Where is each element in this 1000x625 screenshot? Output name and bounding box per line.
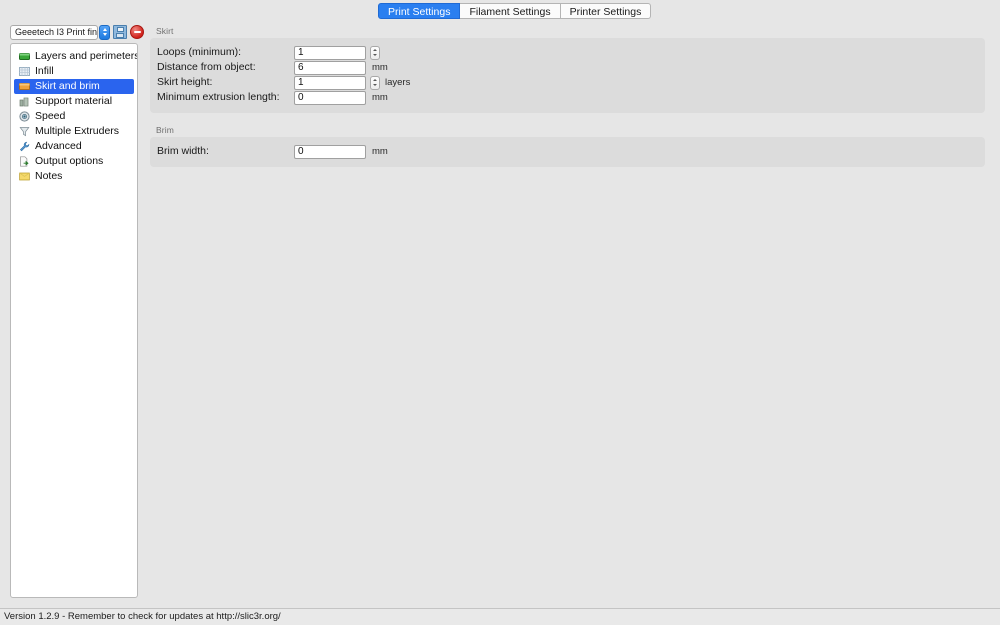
tab-print-settings[interactable]: Print Settings: [378, 3, 461, 19]
sidebar-item-advanced[interactable]: Advanced: [14, 139, 134, 154]
distance-from-object-input[interactable]: [294, 60, 366, 75]
extruders-icon: [19, 126, 30, 137]
preset-dropdown[interactable]: Geeetech I3 Print finiti...: [10, 24, 98, 40]
sidebar-item-label: Notes: [35, 170, 63, 182]
loops-minimum-input[interactable]: [294, 45, 366, 60]
tab-list: Print Settings Filament Settings Printer…: [378, 3, 652, 19]
status-bar: Version 1.2.9 - Remember to check for up…: [0, 608, 1000, 625]
sidebar-item-multiple-extruders[interactable]: Multiple Extruders: [14, 124, 134, 139]
sidebar-item-label: Output options: [35, 155, 104, 167]
tab-bar: Print Settings Filament Settings Printer…: [0, 0, 1000, 22]
unit-label: mm: [372, 92, 388, 103]
updown-chevron-icon[interactable]: [99, 24, 110, 40]
unit-label: mm: [372, 146, 388, 157]
brim-group-title: Brim: [156, 125, 174, 135]
unit-label: layers: [385, 77, 411, 88]
sidebar-item-label: Skirt and brim: [35, 80, 100, 92]
brim-width-input[interactable]: [294, 144, 366, 159]
sidebar-item-notes[interactable]: Notes: [14, 169, 134, 184]
skirt-brim-icon: [19, 81, 30, 92]
layers-icon: [19, 51, 30, 62]
sidebar-item-output-options[interactable]: Output options: [14, 154, 134, 169]
sidebar-item-infill[interactable]: Infill: [14, 64, 134, 79]
slic3r-window: Print Settings Filament Settings Printer…: [0, 0, 1000, 625]
sidebar-item-speed[interactable]: Speed: [14, 109, 134, 124]
field-label: Minimum extrusion length:: [157, 91, 280, 103]
field-label: Loops (minimum):: [157, 46, 242, 58]
skirt-group: Loops (minimum): Distance from object: m…: [150, 38, 985, 113]
preset-dropdown-value: Geeetech I3 Print finiti...: [15, 27, 97, 37]
loops-minimum-stepper[interactable]: [370, 45, 380, 60]
sidebar-item-support-material[interactable]: Support material: [14, 94, 134, 109]
skirt-group-title: Skirt: [156, 26, 174, 36]
field-row-minimum-extrusion-length: Minimum extrusion length: mm: [150, 90, 985, 105]
field-label: Distance from object:: [157, 61, 256, 73]
field-row-loops-minimum: Loops (minimum):: [150, 45, 985, 60]
field-label: Skirt height:: [157, 76, 213, 88]
support-material-icon: [19, 96, 30, 107]
speed-icon: [19, 111, 30, 122]
field-row-skirt-height: Skirt height: layers: [150, 75, 985, 90]
field-label: Brim width:: [157, 145, 209, 157]
notes-icon: [19, 171, 30, 182]
settings-tree[interactable]: Layers and perimeters Infill Skirt and b…: [10, 43, 138, 598]
sidebar-item-label: Multiple Extruders: [35, 125, 120, 137]
advanced-wrench-icon: [19, 141, 30, 152]
sidebar-item-label: Speed: [35, 110, 66, 122]
status-bar-text: Version 1.2.9 - Remember to check for up…: [4, 611, 281, 622]
skirt-height-stepper[interactable]: [370, 75, 380, 90]
skirt-height-input[interactable]: [294, 75, 366, 90]
sidebar-item-skirt-and-brim[interactable]: Skirt and brim: [14, 79, 134, 94]
preset-toolbar: Geeetech I3 Print finiti...: [10, 24, 144, 40]
sidebar-item-layers-and-perimeters[interactable]: Layers and perimeters: [14, 49, 137, 64]
sidebar-item-label: Advanced: [35, 140, 82, 152]
settings-panel: Skirt Loops (minimum): Distance from obj…: [150, 26, 990, 606]
tab-printer-settings[interactable]: Printer Settings: [560, 3, 652, 19]
field-row-brim-width: Brim width: mm: [150, 144, 985, 159]
delete-circle-icon[interactable]: [130, 25, 144, 39]
sidebar-item-label: Infill: [35, 65, 54, 77]
sidebar-item-label: Layers and perimeters: [35, 50, 138, 62]
unit-label: mm: [372, 62, 388, 73]
minimum-extrusion-length-input[interactable]: [294, 90, 366, 105]
brim-group: Brim width: mm: [150, 137, 985, 167]
save-floppy-icon[interactable]: [113, 25, 127, 39]
field-row-distance-from-object: Distance from object: mm: [150, 60, 985, 75]
tab-filament-settings[interactable]: Filament Settings: [460, 3, 561, 19]
sidebar-item-label: Support material: [35, 95, 113, 107]
output-options-icon: [19, 156, 30, 167]
infill-icon: [19, 66, 30, 77]
